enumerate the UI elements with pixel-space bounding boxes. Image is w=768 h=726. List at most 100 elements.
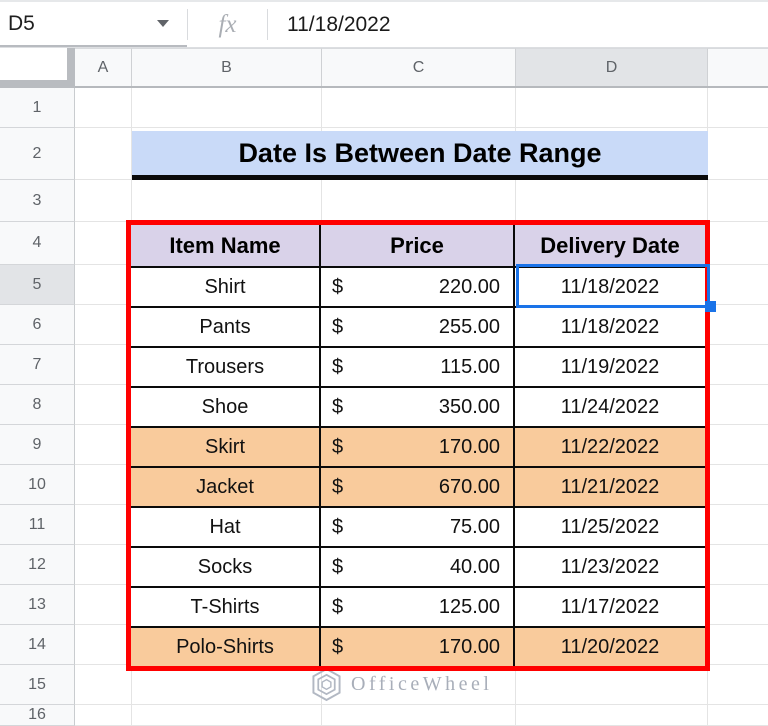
row-header-6[interactable]: 6: [0, 305, 75, 345]
row-header-3[interactable]: 3: [0, 180, 75, 222]
price-cell[interactable]: $75.00: [321, 508, 513, 546]
delivery-date-cell[interactable]: 11/17/2022: [515, 588, 705, 626]
grid-cell[interactable]: [708, 385, 768, 425]
item-name-cell[interactable]: Shirt: [131, 268, 319, 306]
grid-cell[interactable]: [708, 265, 768, 305]
grid-cell[interactable]: [708, 425, 768, 465]
row-header-2[interactable]: 2: [0, 128, 75, 180]
grid-cell[interactable]: [322, 180, 516, 222]
delivery-date-cell[interactable]: 11/18/2022: [515, 308, 705, 346]
delivery-date-cell[interactable]: 11/24/2022: [515, 388, 705, 426]
name-box[interactable]: D5: [0, 2, 187, 47]
grid-cell[interactable]: [75, 180, 132, 222]
grid-cell[interactable]: [132, 180, 322, 222]
item-name-cell[interactable]: Shoe: [131, 388, 319, 426]
item-name-cell[interactable]: Pants: [131, 308, 319, 346]
item-name-cell[interactable]: Hat: [131, 508, 319, 546]
row-header-1[interactable]: 1: [0, 88, 75, 128]
row-header-14[interactable]: 14: [0, 625, 75, 665]
price-cell[interactable]: $670.00: [321, 468, 513, 506]
grid-cell[interactable]: [75, 505, 132, 545]
row-header-11[interactable]: 11: [0, 505, 75, 545]
price-cell[interactable]: $170.00: [321, 428, 513, 466]
grid-cell[interactable]: [75, 88, 132, 128]
grid-cell[interactable]: [708, 585, 768, 625]
grid-cell[interactable]: [708, 665, 768, 705]
grid-cell[interactable]: [708, 345, 768, 385]
row-header-13[interactable]: 13: [0, 585, 75, 625]
price-cell[interactable]: $125.00: [321, 588, 513, 626]
delivery-date-cell[interactable]: 11/20/2022: [515, 628, 705, 666]
grid-cell[interactable]: [708, 305, 768, 345]
row-header-9[interactable]: 9: [0, 425, 75, 465]
grid-cell[interactable]: [75, 305, 132, 345]
grid-cell[interactable]: [75, 425, 132, 465]
delivery-date-cell[interactable]: 11/22/2022: [515, 428, 705, 466]
item-name-cell[interactable]: Socks: [131, 548, 319, 586]
price-cell[interactable]: $115.00: [321, 348, 513, 386]
row-header-5[interactable]: 5: [0, 265, 75, 305]
select-all-corner[interactable]: [0, 48, 75, 88]
column-header-D[interactable]: D: [516, 48, 708, 86]
grid-cell[interactable]: [75, 128, 132, 180]
table-header-cell[interactable]: Item Name: [131, 225, 319, 266]
price-cell[interactable]: $255.00: [321, 308, 513, 346]
item-name-cell[interactable]: Skirt: [131, 428, 319, 466]
row-header-16[interactable]: 16: [0, 705, 75, 726]
column-header-blank[interactable]: [708, 48, 768, 86]
grid-cell[interactable]: [708, 545, 768, 585]
row-header-7[interactable]: 7: [0, 345, 75, 385]
grid-cell[interactable]: [708, 625, 768, 665]
grid-cell[interactable]: [322, 705, 516, 726]
column-header-C[interactable]: C: [322, 48, 516, 86]
grid-cell[interactable]: [708, 705, 768, 726]
fill-handle[interactable]: [705, 301, 716, 312]
price-cell[interactable]: $40.00: [321, 548, 513, 586]
grid-cell[interactable]: [75, 222, 132, 265]
delivery-date-cell[interactable]: 11/23/2022: [515, 548, 705, 586]
row-header-15[interactable]: 15: [0, 665, 75, 705]
grid-cell[interactable]: [322, 88, 516, 128]
chevron-down-icon[interactable]: [157, 20, 169, 27]
grid-cell[interactable]: [132, 88, 322, 128]
delivery-date-cell[interactable]: 11/25/2022: [515, 508, 705, 546]
grid-cell[interactable]: [516, 88, 708, 128]
row-header-4[interactable]: 4: [0, 222, 75, 265]
column-header-A[interactable]: A: [75, 48, 132, 86]
grid-cell[interactable]: [708, 505, 768, 545]
table-header-cell[interactable]: Delivery Date: [515, 225, 705, 266]
delivery-date-cell[interactable]: 11/21/2022: [515, 468, 705, 506]
price-cell[interactable]: $170.00: [321, 628, 513, 666]
item-name-cell[interactable]: T-Shirts: [131, 588, 319, 626]
grid-cell[interactable]: [75, 665, 132, 705]
row-header-10[interactable]: 10: [0, 465, 75, 505]
grid-cell[interactable]: [708, 180, 768, 222]
price-cell[interactable]: $220.00: [321, 268, 513, 306]
grid-cell[interactable]: [75, 385, 132, 425]
table-header-cell[interactable]: Price: [321, 225, 513, 266]
row-header-12[interactable]: 12: [0, 545, 75, 585]
price-cell[interactable]: $350.00: [321, 388, 513, 426]
grid-cell[interactable]: [132, 705, 322, 726]
grid-cell[interactable]: [75, 465, 132, 505]
column-header-B[interactable]: B: [132, 48, 322, 86]
grid-cell[interactable]: [75, 545, 132, 585]
item-name-cell[interactable]: Trousers: [131, 348, 319, 386]
grid-cell[interactable]: [516, 705, 708, 726]
row-header-8[interactable]: 8: [0, 385, 75, 425]
grid-cell[interactable]: [708, 222, 768, 265]
item-name-cell[interactable]: Polo-Shirts: [131, 628, 319, 666]
selected-cell-outline[interactable]: [516, 264, 716, 312]
formula-input[interactable]: 11/18/2022: [268, 2, 768, 47]
item-name-cell[interactable]: Jacket: [131, 468, 319, 506]
grid-cell[interactable]: [75, 265, 132, 305]
grid-cell[interactable]: [75, 705, 132, 726]
grid-cell[interactable]: [132, 665, 322, 705]
grid-cell[interactable]: [75, 345, 132, 385]
grid-cell[interactable]: [516, 665, 708, 705]
delivery-date-cell[interactable]: 11/19/2022: [515, 348, 705, 386]
grid-cell[interactable]: [75, 585, 132, 625]
sheet-title-cell[interactable]: Date Is Between Date Range: [132, 131, 708, 180]
grid-cell[interactable]: [516, 180, 708, 222]
grid-cell[interactable]: [708, 465, 768, 505]
